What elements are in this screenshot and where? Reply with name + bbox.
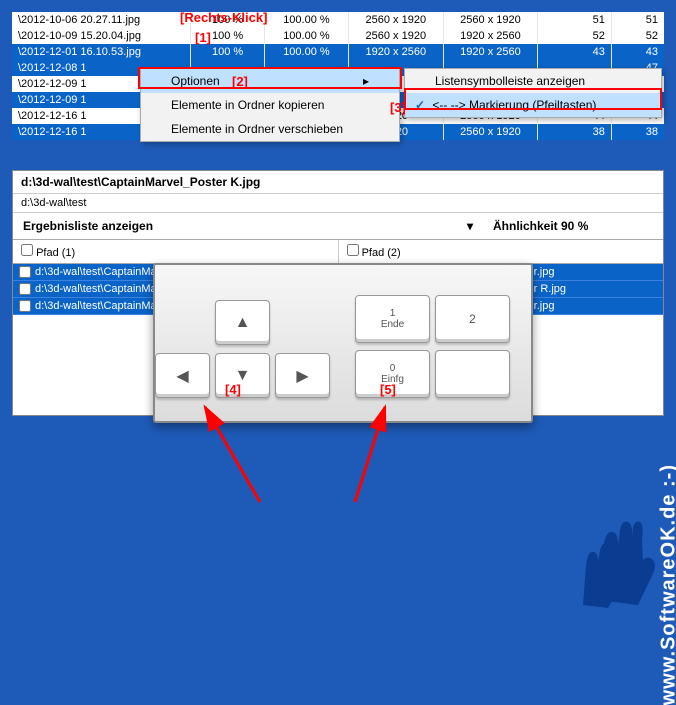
cell: \2012-12-01 16.10.53.jpg xyxy=(12,44,191,60)
cell: 38 xyxy=(611,124,664,140)
result-panel: d:\3d-wal\test\CaptainMarvel_Poster K.jp… xyxy=(12,170,664,416)
table-row[interactable]: \2012-12-01 16.10.53.jpg100 %100.00 %192… xyxy=(12,44,664,60)
menu-label: Optionen xyxy=(171,74,220,88)
row-checkbox[interactable] xyxy=(19,266,31,278)
cell: 1920 x 2560 xyxy=(443,44,538,60)
check-icon: ✓ xyxy=(411,98,429,112)
pfad1-checkbox[interactable] xyxy=(21,244,33,256)
cell: 43 xyxy=(538,44,612,60)
cell: 51 xyxy=(538,12,612,28)
cell: 2560 x 1920 xyxy=(443,12,538,28)
ergebnis-dropdown[interactable]: Ergebnisliste anzeigen ▾ xyxy=(13,213,483,239)
menu-listensymbol[interactable]: Listensymbolleiste anzeigen xyxy=(405,69,661,93)
table-row[interactable]: \2012-10-09 15.20.04.jpg100 %100.00 %256… xyxy=(12,28,664,44)
cell: 100.00 % xyxy=(264,28,348,44)
cell: 2560 x 1920 xyxy=(443,124,538,140)
cell: 38 xyxy=(538,124,612,140)
menu-verschieben[interactable]: Elemente in Ordner verschieben xyxy=(141,117,399,141)
context-menu-main: Optionen ▸ Elemente in Ordner kopieren E… xyxy=(140,68,400,142)
menu-label: <-- --> Markierung (Pfeiltasten) xyxy=(432,98,596,112)
arrow-left-key: ◀ xyxy=(155,353,210,398)
row-checkbox[interactable] xyxy=(19,283,31,295)
cell: 51 xyxy=(611,12,664,28)
col-pfad2[interactable]: Pfad (2) xyxy=(339,240,664,263)
cell: 52 xyxy=(538,28,612,44)
pfad2-checkbox[interactable] xyxy=(347,244,359,256)
cell: 100 % xyxy=(191,44,265,60)
pfad2-label: Pfad (2) xyxy=(362,247,401,259)
menu-markierung[interactable]: ✓ <-- --> Markierung (Pfeiltasten) xyxy=(405,93,661,117)
key-blank xyxy=(435,350,510,398)
cell: 2560 x 1920 xyxy=(349,28,444,44)
cell: \2012-10-06 20.27.11.jpg xyxy=(12,12,191,28)
cell: 2560 x 1920 xyxy=(349,12,444,28)
arrow-up-key: ▲ xyxy=(215,300,270,345)
pfad1-label: Pfad (1) xyxy=(36,247,75,259)
cell: 52 xyxy=(611,28,664,44)
cell: 100.00 % xyxy=(264,12,348,28)
cell: 100 % xyxy=(191,12,265,28)
col-pfad1[interactable]: Pfad (1) xyxy=(13,240,339,263)
cell: 43 xyxy=(611,44,664,60)
result-title: d:\3d-wal\test\CaptainMarvel_Poster K.jp… xyxy=(13,171,663,194)
hands-icon xyxy=(578,490,668,610)
menu-optionen[interactable]: Optionen ▸ xyxy=(141,69,399,93)
arrow-down-key: ▼ xyxy=(215,353,270,398)
arrow-right-key: ▶ xyxy=(275,353,330,398)
keyboard-illustration: ▲ ◀ ▼ ▶ 1Ende 2 0Einfg xyxy=(153,263,533,423)
row-checkbox[interactable] xyxy=(19,300,31,312)
context-menu-sub: Listensymbolleiste anzeigen ✓ <-- --> Ma… xyxy=(404,68,662,118)
key-einfg: 0Einfg xyxy=(355,350,430,398)
table-row[interactable]: \2012-10-06 20.27.11.jpg100 %100.00 %256… xyxy=(12,12,664,28)
cell: 100.00 % xyxy=(264,44,348,60)
cell: \2012-10-09 15.20.04.jpg xyxy=(12,28,191,44)
ergebnis-label: Ergebnisliste anzeigen xyxy=(23,219,153,233)
cell: 1920 x 2560 xyxy=(443,28,538,44)
key-2: 2 xyxy=(435,295,510,343)
chevron-right-icon: ▸ xyxy=(363,74,369,88)
chevron-down-icon: ▾ xyxy=(467,219,473,233)
key-ende: 1Ende xyxy=(355,295,430,343)
file-table-panel: \2012-10-06 20.27.11.jpg100 %100.00 %256… xyxy=(12,12,664,140)
aehnlichkeit-label: Ähnlichkeit 90 % xyxy=(483,213,663,239)
cell: 1920 x 2560 xyxy=(349,44,444,60)
menu-kopieren[interactable]: Elemente in Ordner kopieren xyxy=(141,93,399,117)
result-path: d:\3d-wal\test xyxy=(13,194,663,213)
cell: 100 % xyxy=(191,28,265,44)
